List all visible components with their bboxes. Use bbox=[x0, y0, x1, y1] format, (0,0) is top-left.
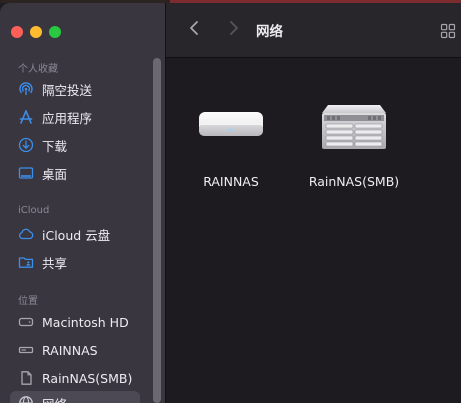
applications-icon bbox=[18, 109, 34, 125]
network-globe-icon bbox=[18, 395, 34, 403]
time-capsule-icon bbox=[189, 100, 273, 148]
chevron-left-icon bbox=[188, 20, 200, 40]
sidebar-section-icloud-header: iCloud bbox=[18, 205, 50, 216]
close-window-button[interactable] bbox=[11, 26, 23, 38]
sidebar-item-airdrop[interactable]: 隔空投送 bbox=[10, 77, 140, 101]
hard-drive-icon bbox=[18, 314, 34, 330]
sidebar-item-macintosh-hd[interactable]: Macintosh HD bbox=[10, 310, 140, 334]
file-browser-content: RAINNAS RainNAS(SMB) bbox=[166, 58, 461, 403]
device-label: RainNAS(SMB) bbox=[308, 174, 400, 189]
desktop-icon bbox=[18, 165, 34, 181]
sidebar-item-label: 共享 bbox=[42, 255, 68, 271]
rack-server-icon bbox=[304, 98, 404, 156]
sidebar-section-locations-header: 位置 bbox=[18, 296, 38, 307]
sidebar-item-label: RainNAS(SMB) bbox=[42, 370, 133, 386]
back-button[interactable] bbox=[184, 20, 204, 40]
downloads-icon bbox=[18, 137, 34, 153]
server-icon bbox=[18, 342, 34, 358]
sidebar-item-shared[interactable]: 共享 bbox=[10, 250, 140, 274]
device-label: RAINNAS bbox=[203, 174, 259, 189]
sidebar-item-label: 应用程序 bbox=[42, 110, 93, 126]
icloud-icon bbox=[18, 226, 34, 242]
window-title: 网络 bbox=[256, 24, 283, 40]
sidebar-scrollbar-thumb[interactable] bbox=[153, 58, 161, 403]
sidebar-item-rainnas-smb[interactable]: RainNAS(SMB) bbox=[10, 366, 140, 390]
sidebar-item-label: 下载 bbox=[42, 138, 68, 154]
sidebar-item-rainnas[interactable]: RAINNAS bbox=[10, 338, 140, 362]
sidebar-item-label: iCloud 云盘 bbox=[42, 227, 111, 243]
sidebar-item-label: 桌面 bbox=[42, 166, 68, 182]
sidebar-item-icloud-drive[interactable]: iCloud 云盘 bbox=[10, 222, 140, 246]
sidebar-item-applications[interactable]: 应用程序 bbox=[10, 105, 140, 129]
forward-button[interactable] bbox=[224, 20, 244, 40]
device-rainnas-smb[interactable]: RainNAS(SMB) bbox=[304, 98, 404, 189]
sidebar-section-favorites-header: 个人收藏 bbox=[18, 64, 58, 75]
sidebar-item-label: 隔空投送 bbox=[42, 82, 93, 98]
device-rainnas[interactable]: RAINNAS bbox=[189, 100, 273, 189]
airdrop-icon bbox=[18, 81, 34, 97]
sidebar-item-label: RAINNAS bbox=[42, 342, 98, 358]
toolbar: 网络 bbox=[166, 3, 461, 58]
sidebar-item-desktop[interactable]: 桌面 bbox=[10, 161, 140, 185]
sidebar-scrollbar[interactable] bbox=[153, 58, 161, 403]
sidebar-item-network[interactable]: 网络 bbox=[10, 391, 140, 403]
network-volume-icon bbox=[18, 370, 34, 386]
zoom-window-button[interactable] bbox=[49, 26, 61, 38]
view-mode-button[interactable] bbox=[440, 23, 456, 39]
sidebar: 个人收藏 隔空投送 应用程序 下载 桌面 iCloud iCloud 云盘 共享… bbox=[0, 3, 166, 403]
grid-view-icon bbox=[440, 23, 456, 43]
sidebar-item-label: 网络 bbox=[42, 394, 67, 403]
sidebar-item-label: Macintosh HD bbox=[42, 314, 129, 330]
sidebar-item-downloads[interactable]: 下载 bbox=[10, 133, 140, 157]
finder-window: 个人收藏 隔空投送 应用程序 下载 桌面 iCloud iCloud 云盘 共享… bbox=[0, 3, 461, 403]
minimize-window-button[interactable] bbox=[30, 26, 42, 38]
shared-folder-icon bbox=[18, 254, 34, 270]
chevron-right-icon bbox=[228, 20, 240, 40]
